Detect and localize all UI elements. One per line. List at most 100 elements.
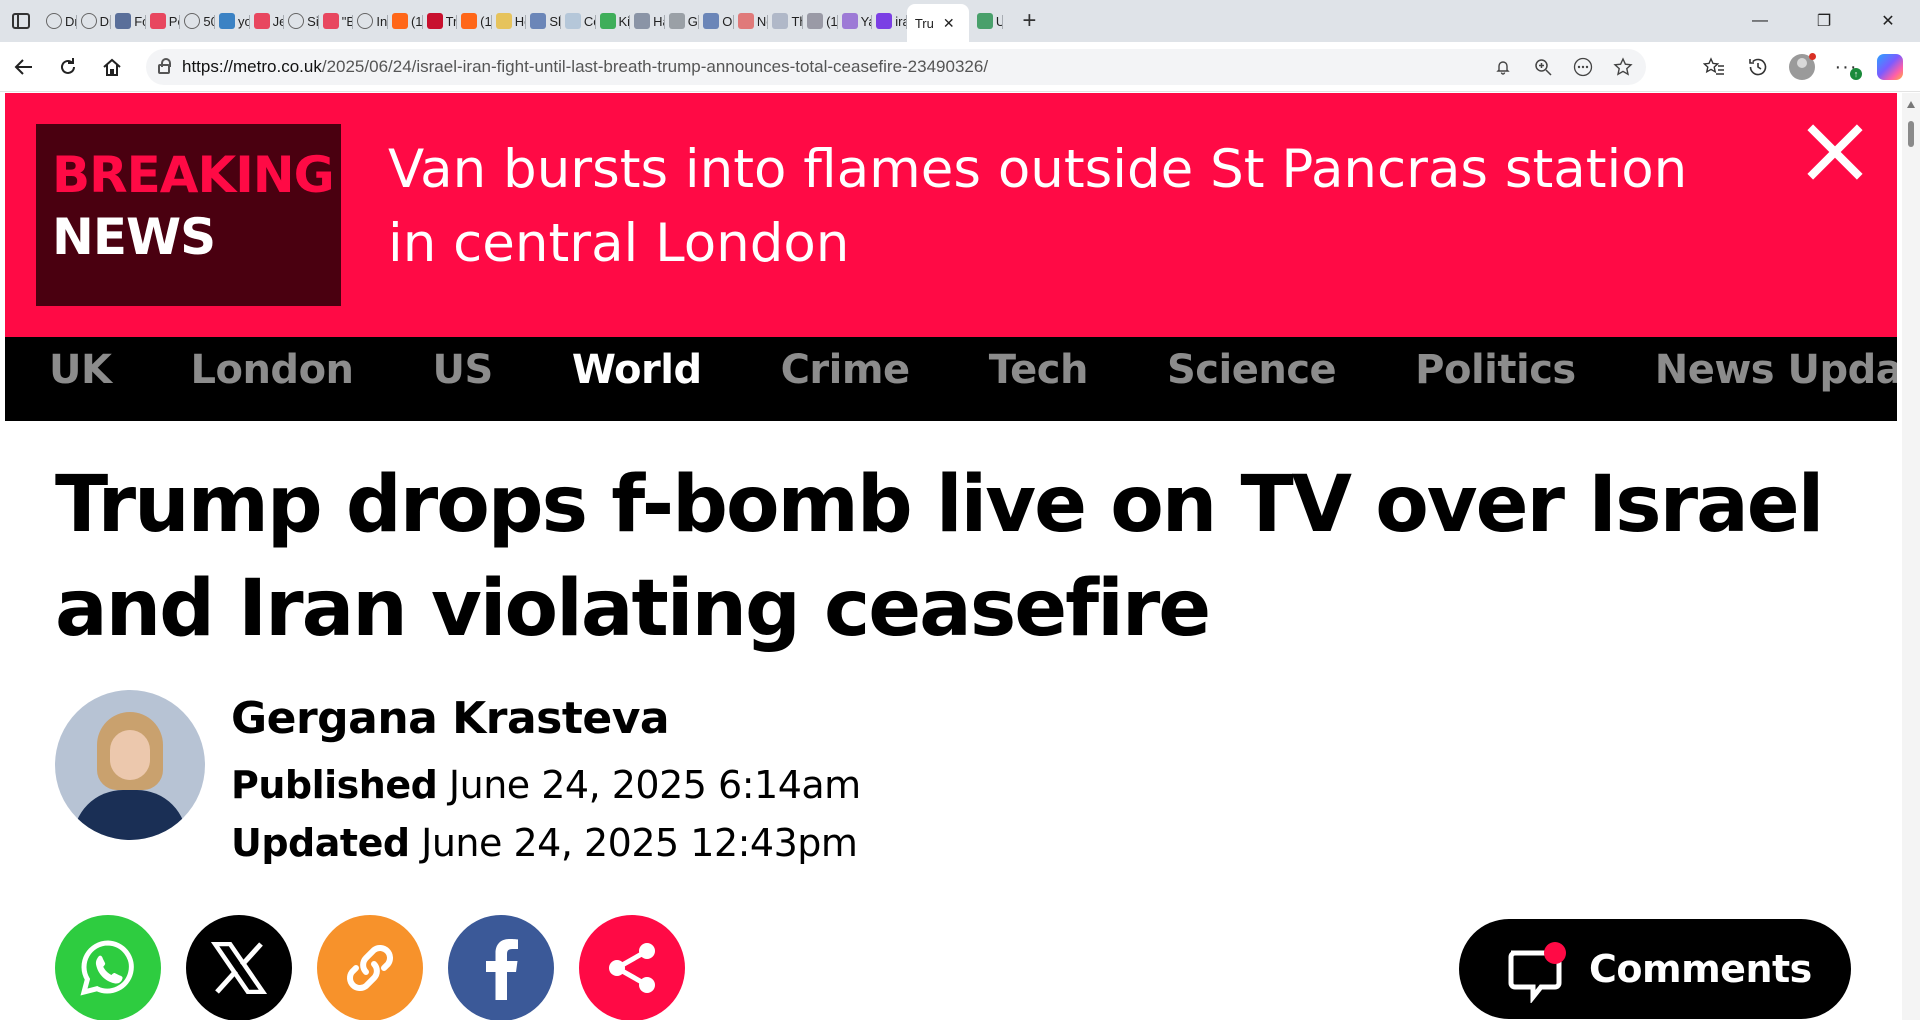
restore-button[interactable]: ❐ (1792, 0, 1856, 42)
section-navigation: UK London US World Crime Tech Science Politics N… (5, 337, 1897, 421)
history-icon[interactable] (1742, 51, 1774, 83)
browser-tab[interactable]: Th (768, 4, 803, 38)
url-path: /2025/06/24/israel-iran-fight-until-last… (321, 57, 989, 76)
share-whatsapp-button[interactable] (55, 915, 161, 1020)
breaking-news-banner[interactable]: BREAKING NEWS Van bursts into flames out… (5, 93, 1897, 337)
browser-tab[interactable]: Ho (492, 4, 527, 38)
browser-tab[interactable]: ira (872, 4, 907, 38)
close-window-button[interactable]: ✕ (1856, 0, 1920, 42)
share-more-button[interactable] (579, 915, 685, 1020)
browser-tab[interactable]: Dr (42, 4, 77, 38)
browser-tab[interactable]: Gr (665, 4, 699, 38)
new-tab-button[interactable]: + (1011, 3, 1047, 39)
browser-tab[interactable]: yo (215, 4, 250, 38)
browser-tab[interactable]: Dr (77, 4, 111, 38)
tab-actions-menu-button[interactable] (0, 0, 42, 42)
browser-tab[interactable]: Pe (146, 4, 180, 38)
back-button[interactable] (2, 47, 46, 87)
browser-tab[interactable]: (1( (457, 4, 492, 38)
nav-item-london[interactable]: London (190, 347, 354, 393)
profile-notification-dot (1809, 53, 1816, 60)
scroll-up-arrow-icon[interactable] (1907, 101, 1915, 108)
nav-item-crime[interactable]: Crime (781, 347, 911, 393)
globe-icon (184, 13, 201, 29)
browser-tab[interactable]: 50 (180, 4, 215, 38)
browser-tab[interactable]: Sil (284, 4, 319, 38)
browser-tab[interactable]: Ha (630, 4, 665, 38)
notification-bell-icon[interactable] (1490, 54, 1516, 80)
tab-title: Th (791, 13, 804, 29)
youtube-icon (253, 13, 270, 29)
profile-button[interactable] (1786, 51, 1818, 83)
browser-tab[interactable]: In (353, 4, 388, 38)
browser-tab[interactable]: Ya (838, 4, 872, 38)
published-label: Published (231, 763, 438, 807)
comments-button[interactable]: Comments (1459, 919, 1851, 1019)
browser-tab[interactable]: (1( (388, 4, 423, 38)
close-tab-icon[interactable]: ✕ (943, 15, 955, 32)
nav-item-uk[interactable]: UK (49, 347, 112, 393)
home-button[interactable] (90, 47, 134, 87)
share-icon (609, 943, 655, 993)
page-scrollbar[interactable] (1902, 93, 1920, 1020)
nav-item-tech[interactable]: Tech (989, 347, 1089, 393)
fox-news-icon (115, 13, 132, 29)
nav-item-politics[interactable]: Politics (1415, 347, 1576, 393)
nav-item-science[interactable]: Science (1167, 347, 1337, 393)
bookmark-icon (495, 13, 512, 29)
comments-bubble-icon (1507, 941, 1567, 1005)
browser-tab[interactable]: (1( (803, 4, 838, 38)
browser-tab[interactable]: "B (319, 4, 354, 38)
tab-title: (1( (826, 13, 838, 29)
tab-title: "B (341, 13, 354, 29)
browser-tab[interactable]: Ou (699, 4, 734, 38)
tab-title: Dr (65, 13, 77, 29)
more-page-actions-icon[interactable] (1570, 54, 1596, 80)
lock-icon[interactable] (146, 58, 182, 74)
url-text[interactable]: https://metro.co.uk/2025/06/24/israel-ir… (182, 57, 988, 77)
author-name[interactable]: Gergana Krasteva (231, 693, 670, 744)
google-icon (668, 13, 685, 29)
browser-tab[interactable]: Co (561, 4, 596, 38)
browser-tab[interactable]: Ne (734, 4, 769, 38)
scrollbar-thumb[interactable] (1908, 121, 1914, 147)
share-copy-link-button[interactable] (317, 915, 423, 1020)
share-facebook-button[interactable] (448, 915, 554, 1020)
zoom-icon[interactable] (1530, 54, 1556, 80)
published-date: Published June 24, 2025 6:14am (231, 763, 861, 807)
tab-title: Ho (514, 13, 527, 29)
favorite-star-icon[interactable] (1610, 54, 1636, 80)
browser-tab[interactable]: Fo (111, 4, 146, 38)
person-icon (976, 13, 993, 29)
browser-tab[interactable]: Kir (596, 4, 631, 38)
breaking-news-headline[interactable]: Van bursts into flames outside St Pancra… (388, 133, 1708, 281)
browser-tab[interactable]: Jer (250, 4, 284, 38)
tab-list: Dr Dr Fo Pe 50 yo Jer Sil "B In (1(Tru (1(Ho Sh Co Kir… (42, 0, 1003, 42)
settings-menu-button[interactable]: ··· ↑ (1830, 51, 1862, 83)
close-banner-icon[interactable] (1802, 119, 1868, 185)
browser-tab[interactable]: U.S (969, 4, 1003, 38)
feather-icon (564, 13, 581, 29)
favorites-icon[interactable] (1698, 51, 1730, 83)
tab-title: Tru (914, 15, 934, 31)
minimize-button[interactable]: — (1728, 0, 1792, 42)
browser-tab[interactable]: Sh (526, 4, 561, 38)
nav-item-us[interactable]: US (433, 347, 494, 393)
x-icon (211, 942, 267, 994)
author-avatar[interactable] (55, 690, 205, 840)
address-bar[interactable]: https://metro.co.uk/2025/06/24/israel-ir… (146, 49, 1646, 85)
browser-tab[interactable]: Tru (423, 4, 457, 38)
nav-item-news-updates-now[interactable]: News Updates now (1655, 347, 1897, 393)
reload-button[interactable] (46, 47, 90, 87)
shield-icon (634, 13, 651, 29)
green-doc-icon (599, 13, 616, 29)
share-x-button[interactable] (186, 915, 292, 1020)
tab-title: Kir (618, 13, 631, 29)
nav-item-world[interactable]: World (572, 347, 702, 393)
globe-icon (46, 13, 62, 29)
tab-title: Ne (756, 13, 769, 29)
active-browser-tab[interactable]: Tru ✕ (906, 4, 969, 42)
copilot-button[interactable] (1874, 51, 1906, 83)
web-page: BREAKING NEWS Van bursts into flames out… (5, 93, 1897, 1020)
tab-title: Sh (549, 13, 561, 29)
